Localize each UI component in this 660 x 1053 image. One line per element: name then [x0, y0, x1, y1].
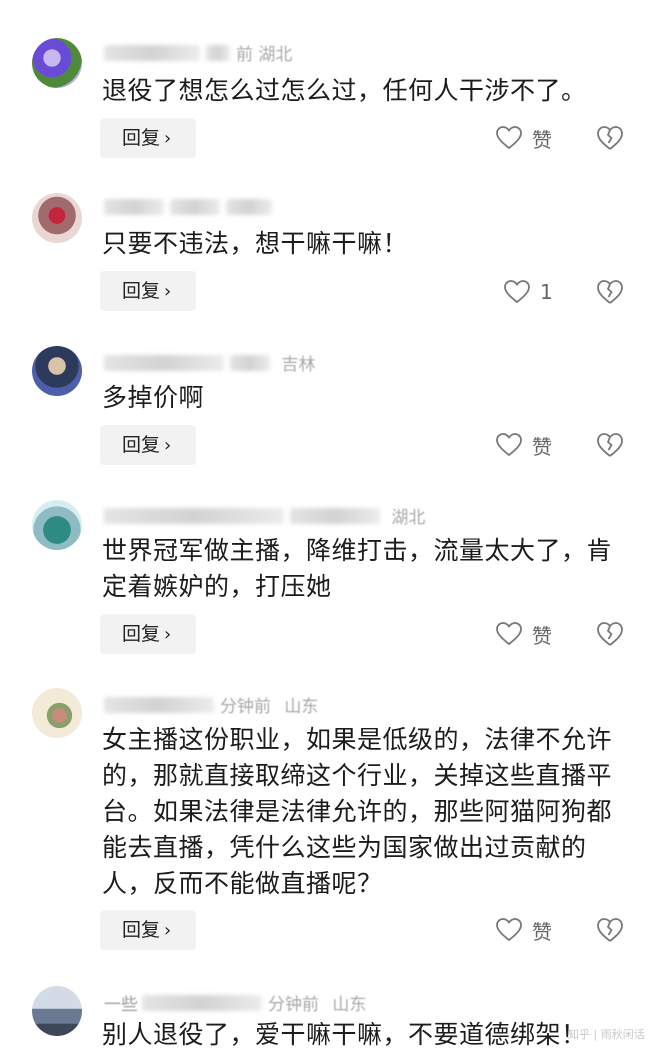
- watermark: 知乎 | 雨秋闲话: [568, 1028, 645, 1041]
- comment-region: 山东: [284, 697, 319, 717]
- heart-outline-icon: [504, 280, 530, 304]
- heart-outline-icon: [496, 622, 522, 646]
- reply-label: 回复: [122, 434, 161, 456]
- like-button[interactable]: 赞: [496, 430, 552, 460]
- chevron-right-icon: ›: [164, 624, 172, 645]
- chevron-right-icon: ›: [164, 920, 172, 941]
- comment-meta: 前 湖北: [104, 40, 292, 65]
- blur-fragment: [226, 199, 272, 215]
- like-label: 赞: [532, 919, 552, 944]
- like-count: 1: [540, 280, 553, 304]
- like-label: 赞: [532, 434, 552, 459]
- reply-label: 回复: [122, 280, 161, 302]
- heart-outline-icon: [496, 918, 522, 942]
- chevron-right-icon: ›: [164, 128, 172, 149]
- avatar[interactable]: [32, 346, 82, 396]
- avatar[interactable]: [32, 688, 82, 738]
- comment-text: 别人退役了，爱干嘛干嘛，不要道德绑架！: [102, 1020, 587, 1049]
- comment-text: 世界冠军做主播，降维打击，流量太大了，肯定着嫉妒的，打压她: [102, 536, 613, 601]
- avatar[interactable]: [32, 986, 82, 1036]
- like-button[interactable]: 赞: [496, 123, 552, 153]
- broken-heart-icon[interactable]: [596, 621, 624, 647]
- heart-outline-icon: [496, 433, 522, 457]
- username-blurred[interactable]: [104, 507, 284, 524]
- reply-button[interactable]: 回复 ›: [100, 425, 196, 465]
- chevron-right-icon: ›: [164, 435, 172, 456]
- comment-region: 湖北: [258, 45, 293, 65]
- blur-fragment: [230, 354, 270, 371]
- reply-button[interactable]: 回复 ›: [100, 910, 196, 950]
- like-label: 赞: [532, 623, 552, 648]
- blur-fragment: [206, 44, 230, 61]
- like-button[interactable]: 赞: [496, 915, 552, 945]
- chevron-right-icon: ›: [164, 281, 172, 302]
- comment-region: 山东: [332, 995, 367, 1015]
- comment-text: 退役了想怎么过怎么过，任何人干涉不了。: [102, 76, 587, 105]
- avatar[interactable]: [32, 38, 82, 88]
- heart-outline-icon: [496, 126, 522, 150]
- username-blurred[interactable]: [104, 354, 224, 371]
- avatar[interactable]: [32, 500, 82, 550]
- comment-region: 吉林: [281, 355, 316, 375]
- comment-time: 分钟前: [268, 995, 319, 1015]
- username-blurred[interactable]: [104, 44, 200, 61]
- comment-meta: 一些 分钟前 山东: [104, 990, 366, 1015]
- broken-heart-icon[interactable]: [596, 917, 624, 943]
- comment-text: 多掉价啊: [102, 383, 205, 412]
- comment-meta: [104, 197, 283, 217]
- comment-meta: 吉林: [104, 350, 315, 375]
- broken-heart-icon[interactable]: [596, 125, 624, 151]
- reply-button[interactable]: 回复 ›: [100, 271, 196, 311]
- broken-heart-icon[interactable]: [596, 279, 624, 305]
- reply-label: 回复: [122, 623, 161, 645]
- comment-meta: 分钟前 山东: [104, 692, 318, 717]
- reply-label: 回复: [122, 127, 161, 149]
- comment-time: 分钟前: [220, 697, 271, 717]
- blur-fragment: [170, 199, 220, 215]
- reply-button[interactable]: 回复 ›: [100, 614, 196, 654]
- comment-text: 女主播这份职业，如果是低级的，法律不允许的，那就直接取缔这个行业，关掉这些直播平…: [102, 725, 613, 898]
- username-blurred[interactable]: [104, 696, 214, 713]
- comment-region: 湖北: [391, 508, 426, 528]
- like-button[interactable]: 赞: [496, 619, 552, 649]
- blur-fragment: [290, 507, 380, 524]
- username-blurred[interactable]: [104, 199, 164, 215]
- comment-time: 前: [236, 45, 253, 65]
- reply-label: 回复: [122, 919, 161, 941]
- username-partial[interactable]: 一些: [104, 990, 138, 1015]
- broken-heart-icon[interactable]: [596, 432, 624, 458]
- comment-meta: 湖北: [104, 503, 425, 528]
- comment-text: 只要不违法，想干嘛干嘛！: [102, 229, 409, 258]
- blur-fragment: [142, 994, 262, 1011]
- reply-button[interactable]: 回复 ›: [100, 118, 196, 158]
- avatar[interactable]: [32, 193, 82, 243]
- like-label: 赞: [532, 127, 552, 152]
- like-button[interactable]: 1: [504, 277, 553, 307]
